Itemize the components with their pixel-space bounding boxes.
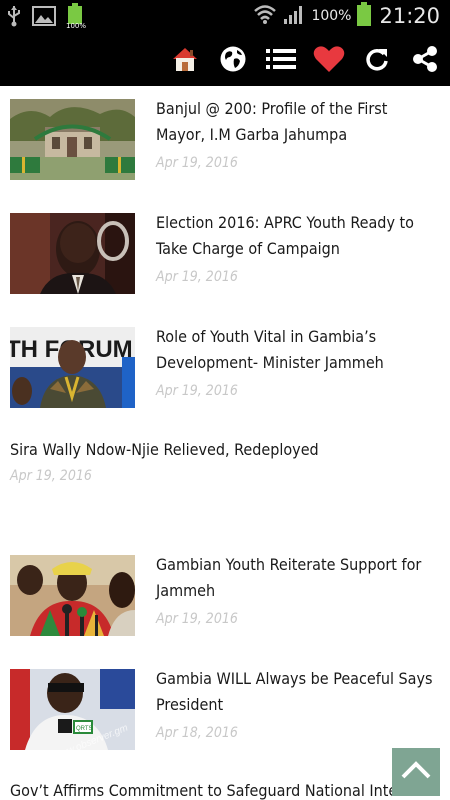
mini-battery-label: 100% <box>66 22 87 30</box>
article-title[interactable]: Sira Wally Ndow-Njie Relieved, Redeploye… <box>10 437 438 463</box>
article-thumbnail[interactable] <box>10 213 135 294</box>
article-thumbnail[interactable]: TH FORUM <box>10 327 135 408</box>
article-item[interactable]: Sira Wally Ndow-Njie Relieved, Redeploye… <box>0 432 450 552</box>
heart-icon[interactable] <box>312 42 346 76</box>
article-title[interactable]: Role of Youth Vital in Gambia’s Developm… <box>156 324 438 376</box>
article-date: Apr 19, 2016 <box>156 269 238 285</box>
article-title[interactable]: Gov’t Affirms Commitment to Safeguard Na… <box>10 778 438 800</box>
article-item[interactable]: QRTS www.observer.gm Gambia WILL Always … <box>0 656 450 766</box>
article-item[interactable]: Election 2016: APRC Youth Ready to Take … <box>0 200 450 310</box>
article-date: Apr 19, 2016 <box>156 383 238 399</box>
article-date: Apr 19, 2016 <box>156 155 238 171</box>
gallery-icon <box>32 6 56 30</box>
article-date: Apr 18, 2016 <box>156 725 238 741</box>
notification-icons: 100% <box>6 3 87 33</box>
app-toolbar <box>0 32 450 86</box>
list-icon[interactable] <box>264 42 298 76</box>
clock: 21:20 <box>379 4 440 28</box>
home-icon[interactable] <box>168 42 202 76</box>
article-item[interactable]: Gambian Youth Reiterate Support for Jamm… <box>0 542 450 652</box>
chevron-up-icon <box>401 760 431 784</box>
article-date: Apr 19, 2016 <box>10 468 92 484</box>
usb-icon <box>6 5 22 31</box>
article-thumbnail[interactable] <box>10 555 135 636</box>
article-item[interactable]: Gov’t Affirms Commitment to Safeguard Na… <box>0 770 450 800</box>
signal-icon <box>283 3 305 29</box>
battery-icon <box>357 2 372 30</box>
article-title[interactable]: Gambia WILL Always be Peaceful Says Pres… <box>156 666 438 718</box>
article-title[interactable]: Election 2016: APRC Youth Ready to Take … <box>156 210 438 262</box>
share-icon[interactable] <box>408 42 442 76</box>
refresh-icon[interactable] <box>360 42 394 76</box>
article-date: Apr 19, 2016 <box>156 611 238 627</box>
article-title[interactable]: Gambian Youth Reiterate Support for Jamm… <box>156 552 438 604</box>
battery-percent: 100% <box>311 8 352 24</box>
globe-icon[interactable] <box>216 42 250 76</box>
scroll-to-top-button[interactable] <box>392 748 440 796</box>
article-title[interactable]: Banjul @ 200: Profile of the First Mayor… <box>156 96 438 148</box>
thumbnail-mic-label: QRTS <box>76 726 93 732</box>
article-item[interactable]: TH FORUM Role of Youth Vital in Gambia’s… <box>0 314 450 424</box>
article-thumbnail[interactable] <box>10 99 135 180</box>
article-feed: Banjul @ 200: Profile of the First Mayor… <box>0 86 450 800</box>
article-item[interactable]: Banjul @ 200: Profile of the First Mayor… <box>0 86 450 196</box>
battery-full-icon: 100% <box>66 3 87 33</box>
system-status: 100% 21:20 <box>253 2 440 30</box>
wifi-icon <box>253 3 277 29</box>
status-bar: 100% 100% 21:20 <box>0 0 450 32</box>
article-thumbnail[interactable]: QRTS www.observer.gm <box>10 669 135 750</box>
